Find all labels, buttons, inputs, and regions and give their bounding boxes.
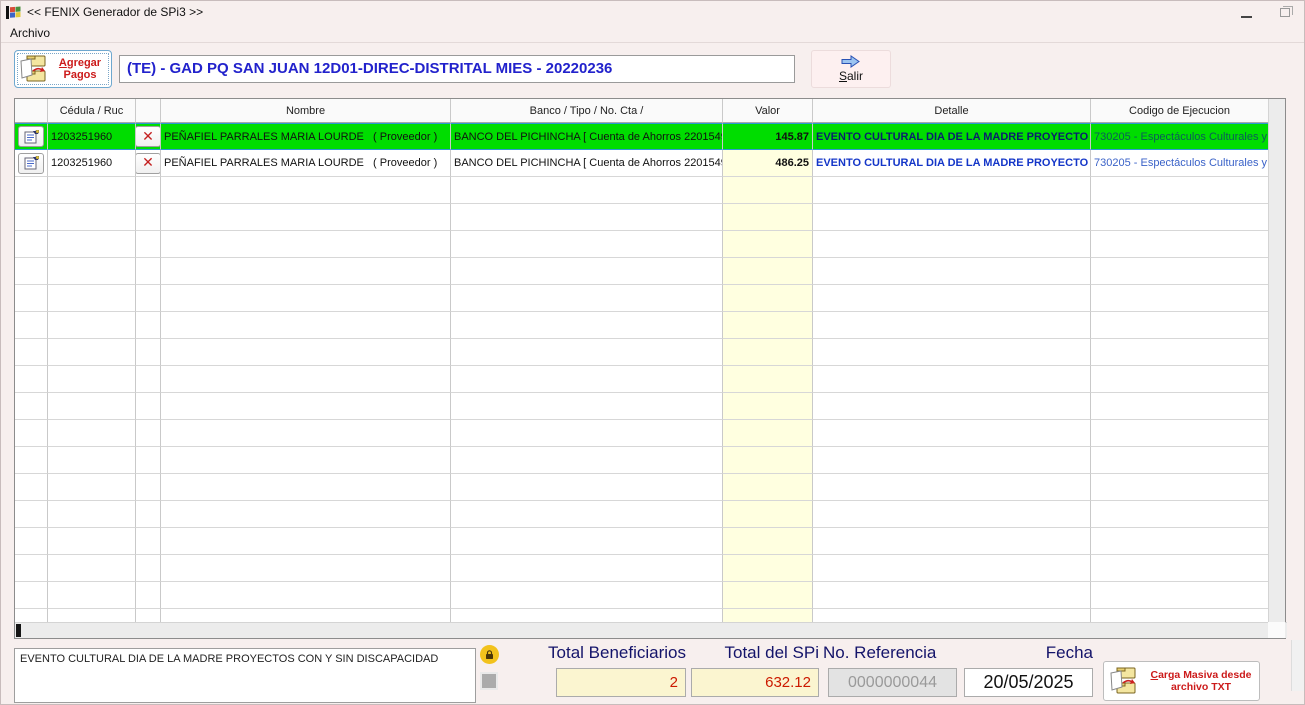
detalle-scrollbar[interactable] [1291,640,1305,691]
window-title: << FENIX Generador de SPi3 >> [27,5,203,19]
delete-x-icon: ✕ [142,156,154,170]
table-row-empty [15,285,1269,312]
salir-label: Salir [839,69,863,83]
restore-button[interactable] [1280,8,1290,17]
header-cedula: Cédula / Ruc [48,99,136,123]
table-row-empty [15,312,1269,339]
table-row[interactable]: 1203251960 ✕ PEÑAFIEL PARRALES MARIA LOU… [15,150,1269,177]
total-beneficiarios-label: Total Beneficiarios [518,643,686,663]
table-row-empty [15,204,1269,231]
header-delete [136,99,161,123]
table-row-empty [15,339,1269,366]
cell-codigo: 730205 - Espectáculos Culturales y Socia… [1091,150,1269,177]
agregar-pagos-button[interactable]: AgregarPagos [14,50,112,88]
edit-row-button[interactable] [18,126,44,147]
exit-arrow-icon [841,55,861,68]
header-detalle: Detalle [813,99,1091,123]
delete-x-icon: ✕ [142,130,154,144]
header-banco: Banco / Tipo / No. Cta / [451,99,723,123]
no-referencia-field: 0000000044 [828,668,957,697]
minimize-button[interactable] [1241,7,1252,18]
delete-row-button[interactable]: ✕ [136,126,161,147]
total-spi-label: Total del SPi [691,643,819,663]
agregar-pagos-label: AgregarPagos [49,57,111,81]
table-row-empty [15,447,1269,474]
table-row-empty [15,501,1269,528]
grid-body: 1203251960 ✕ PEÑAFIEL PARRALES MARIA LOU… [15,123,1269,623]
gray-indicator-button[interactable] [480,672,498,690]
cell-banco: BANCO DEL PICHINCHA [ Cuenta de Ahorros … [451,150,723,177]
lock-toggle[interactable] [480,645,499,664]
table-row-empty [15,393,1269,420]
cell-nombre: PEÑAFIEL PARRALES MARIA LOURDE ( Proveed… [161,123,451,150]
title-bar: << FENIX Generador de SPi3 >> [1,1,1304,23]
total-beneficiarios-value: 2 [556,668,686,697]
table-row-empty [15,420,1269,447]
cell-cedula: 1203251960 [48,123,136,150]
edit-form-icon [24,130,39,144]
table-row-empty [15,555,1269,582]
table-row-empty [15,366,1269,393]
delete-row-button[interactable]: ✕ [136,153,161,174]
edit-form-icon [24,156,39,170]
app-logo-icon [6,5,22,20]
fecha-field[interactable]: 20/05/2025 [964,668,1093,697]
document-title-field[interactable]: (TE) - GAD PQ SAN JUAN 12D01-DIREC-DISTR… [119,55,795,83]
grid-header-row: Cédula / Ruc Nombre Banco / Tipo / No. C… [15,99,1269,123]
add-payments-folder-icon [19,55,49,83]
table-row-empty [15,177,1269,204]
toolbar: AgregarPagos (TE) - GAD PQ SAN JUAN 12D0… [1,43,1304,96]
footer-panel: EVENTO CULTURAL DIA DE LA MADRE PROYECTO… [1,639,1305,705]
horizontal-scrollbar-thumb[interactable] [16,624,21,637]
cell-codigo: 730205 - Espectáculos Culturales y Socia… [1091,123,1269,150]
no-referencia-label: No. Referencia [823,643,957,663]
cell-cedula: 1203251960 [48,150,136,177]
header-valor: Valor [723,99,813,123]
cell-banco: BANCO DEL PICHINCHA [ Cuenta de Ahorros … [451,123,723,150]
detalle-textarea[interactable]: EVENTO CULTURAL DIA DE LA MADRE PROYECTO… [14,648,476,703]
table-row-empty [15,528,1269,555]
cell-valor: 145.87 [723,123,813,150]
table-row-empty [15,609,1269,623]
menu-archivo[interactable]: Archivo [1,24,59,42]
edit-row-button[interactable] [18,153,44,174]
cell-detalle: EVENTO CULTURAL DIA DE LA MADRE PROYECTO… [813,123,1091,150]
carga-masiva-button[interactable]: Carga Masiva desdearchivo TXT [1103,661,1260,701]
carga-masiva-label: Carga Masiva desdearchivo TXT [1143,669,1259,693]
table-row-empty [15,258,1269,285]
payments-grid: Cédula / Ruc Nombre Banco / Tipo / No. C… [14,98,1286,639]
table-row-empty [15,582,1269,609]
app-window: << FENIX Generador de SPi3 >> Archivo Ag… [0,0,1305,705]
total-spi-value: 632.12 [691,668,819,697]
fecha-label: Fecha [964,643,1093,663]
horizontal-scrollbar[interactable] [15,622,1287,638]
header-rowselect [15,99,48,123]
menu-bar: Archivo [1,23,1304,43]
cell-detalle: EVENTO CULTURAL DIA DE LA MADRE PROYECTO… [813,150,1091,177]
cell-nombre: PEÑAFIEL PARRALES MARIA LOURDE ( Proveed… [161,150,451,177]
bulk-load-folder-icon [1109,666,1139,696]
lock-icon [485,650,494,660]
scrollbar-corner [1268,622,1285,638]
salir-button[interactable]: Salir [811,50,891,88]
table-row-selected[interactable]: 1203251960 ✕ PEÑAFIEL PARRALES MARIA LOU… [15,123,1269,150]
header-codigo: Codigo de Ejecucion [1091,99,1269,123]
header-nombre: Nombre [161,99,451,123]
table-row-empty [15,474,1269,501]
vertical-scrollbar[interactable] [1268,99,1285,623]
table-row-empty [15,231,1269,258]
cell-valor: 486.25 [723,150,813,177]
